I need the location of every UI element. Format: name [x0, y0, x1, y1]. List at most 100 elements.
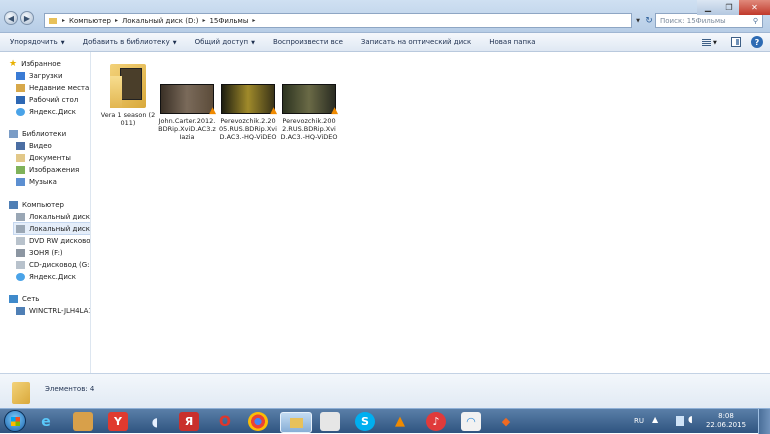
sidebar-item-drive-c[interactable]: Локальный диск (C [16, 211, 90, 222]
breadcrumb-drive-d[interactable]: Локальный диск (D:) [122, 17, 198, 25]
yandex-disk-icon [16, 107, 25, 116]
maximize-button[interactable]: ❐ [719, 0, 739, 15]
preview-pane-button[interactable] [731, 37, 741, 47]
sidebar-network[interactable]: Сеть [9, 293, 39, 304]
sidebar-favorites[interactable]: ★ Избранное [9, 58, 61, 69]
sidebar-item-downloads[interactable]: Загрузки [16, 70, 63, 81]
cd-drive-icon [16, 260, 25, 269]
sidebar-item-label: Музыка [29, 177, 57, 186]
address-dropdown-button[interactable]: ▼ [633, 13, 643, 28]
documents-library-icon [16, 153, 25, 162]
battery-icon[interactable] [676, 416, 684, 426]
sidebar-item-cd-drive[interactable]: CD-дисковод (G:) [16, 259, 91, 270]
back-button[interactable]: ◀ [4, 11, 18, 25]
forward-arrow-icon: ▶ [23, 13, 31, 23]
sidebar-item-yandex-disk[interactable]: Яндекс.Диск [16, 106, 76, 117]
sidebar-item-yandex-disk-computer[interactable]: Яндекс.Диск [16, 271, 76, 282]
file-item-video[interactable]: ▲ Perevozchik.2.2005.RUS.BDRip.XviD.AC3.… [219, 84, 277, 141]
play-all-button[interactable]: Воспроизвести все [273, 38, 343, 46]
sidebar-item-pictures[interactable]: Изображения [16, 164, 79, 175]
star-icon: ★ [9, 58, 18, 69]
show-desktop-button[interactable] [758, 409, 770, 434]
start-button[interactable] [4, 410, 26, 432]
sidebar-item-label: Документы [29, 153, 71, 162]
tray-expand-icon[interactable]: ▲ [652, 415, 658, 424]
taskbar: e Y ◖ Я O S ▲ ♪ ◠ ◆ RU ▲ ◖ 8:08 22.06.20… [0, 408, 770, 434]
volume-icon[interactable]: ◖ [145, 412, 165, 431]
help-icon: ? [754, 37, 760, 47]
skype-icon[interactable]: S [355, 412, 375, 431]
add-to-library-button[interactable]: Добавить в библиотеку ▼ [83, 38, 177, 46]
removable-drive-icon [16, 248, 25, 257]
sidebar-item-label: Недавние места [29, 83, 90, 92]
itunes-icon[interactable]: ♪ [426, 412, 446, 431]
organize-button[interactable]: Упорядочить ▼ [10, 38, 65, 46]
sidebar-section-label: Библиотеки [22, 129, 67, 138]
media-center-icon[interactable] [73, 412, 93, 431]
sidebar-item-drive-d[interactable]: Локальный диск (D [13, 222, 91, 235]
recent-places-icon [16, 83, 25, 92]
sidebar-item-documents[interactable]: Документы [16, 152, 71, 163]
yandex-disk-icon [16, 272, 25, 281]
sidebar-item-desktop[interactable]: Рабочий стол [16, 94, 78, 105]
folder-icon [49, 17, 57, 24]
file-item-video[interactable]: ▲ Perevozchik.2002.RUS.BDRip.XviD.AC3.-H… [280, 84, 338, 141]
app-icon[interactable]: ◆ [496, 412, 516, 431]
breadcrumb-computer[interactable]: Компьютер [69, 17, 111, 25]
internet-explorer-icon[interactable]: e [36, 412, 56, 431]
sidebar-item-drive-f[interactable]: ЗОНЯ (F:) [16, 247, 63, 258]
clock[interactable]: 8:08 22.06.2015 [704, 412, 748, 430]
sidebar-item-recent-places[interactable]: Недавние места [16, 82, 89, 93]
wifi-icon[interactable]: ◠ [461, 412, 481, 431]
minimize-button[interactable]: ▁ [697, 0, 719, 15]
close-icon: ✕ [751, 3, 758, 12]
view-options-button[interactable]: ▼ [702, 37, 720, 48]
sidebar-libraries[interactable]: Библиотеки [9, 128, 66, 139]
sidebar-section-label: Избранное [21, 59, 61, 68]
forward-button[interactable]: ▶ [20, 11, 34, 25]
chevron-down-icon: ▼ [251, 40, 255, 46]
breadcrumb-separator: ▸ [62, 17, 66, 24]
burn-button[interactable]: Записать на оптический диск [361, 38, 471, 46]
desktop-icon [16, 95, 25, 104]
video-thumbnail: ▲ [160, 84, 216, 116]
breadcrumb-separator: ▸ [202, 17, 206, 24]
file-list: Vera 1 season (2011) ▲ John.Carter.2012.… [91, 52, 770, 373]
opera-icon[interactable]: O [215, 412, 235, 431]
sidebar-item-label: Локальный диск (D [29, 224, 91, 233]
sidebar-item-label: WINCTRL-JLH4LA1 [29, 306, 91, 315]
yandex-browser-icon[interactable]: Я [179, 412, 199, 431]
sidebar-item-dvd-drive[interactable]: DVD RW дисковод ( [16, 235, 91, 246]
new-folder-button[interactable]: Новая папка [489, 38, 535, 46]
yandex-icon[interactable]: Y [108, 412, 128, 431]
refresh-button[interactable]: ↻ [644, 13, 654, 28]
sidebar-item-label: DVD RW дисковод ( [29, 236, 91, 245]
sidebar-item-label: CD-дисковод (G:) [29, 260, 91, 269]
close-button[interactable]: ✕ [739, 0, 770, 15]
volume-tray-icon[interactable]: ◖ [688, 415, 693, 425]
sidebar-item-video[interactable]: Видео [16, 140, 52, 151]
downloads-icon [16, 71, 25, 80]
file-item-folder[interactable]: Vera 1 season (2011) [99, 58, 157, 127]
address-bar[interactable]: ▸ Компьютер ▸ Локальный диск (D:) ▸ 15Фи… [44, 13, 632, 28]
sidebar-item-music[interactable]: Музыка [16, 176, 57, 187]
preview-pane-icon [736, 39, 739, 45]
search-input[interactable]: Поиск: 15Фильмы ⚲ [655, 13, 763, 28]
sidebar-computer[interactable]: Компьютер [9, 199, 64, 210]
help-button[interactable]: ? [751, 36, 763, 48]
computer-icon [9, 200, 18, 209]
sidebar-item-label: Яндекс.Диск [29, 272, 76, 281]
explorer-taskbar-button[interactable] [280, 412, 312, 433]
breadcrumb-folder[interactable]: 15Фильмы [209, 17, 248, 25]
title-bar: ◀ ▶ ▸ Компьютер ▸ Локальный диск (D:) ▸ … [0, 0, 770, 33]
file-item-video[interactable]: ▲ John.Carter.2012.BDRip.XviD.AC3.zIazia [158, 84, 216, 141]
chrome-icon[interactable] [248, 412, 268, 431]
language-indicator[interactable]: RU [634, 417, 644, 425]
vlc-icon[interactable]: ▲ [390, 412, 410, 431]
item-count: Элементов: 4 [45, 385, 95, 393]
sidebar-item-label: Загрузки [29, 71, 63, 80]
notepad-icon[interactable] [320, 412, 340, 431]
sidebar-item-network-pc[interactable]: WINCTRL-JLH4LA1 [16, 305, 91, 316]
share-button[interactable]: Общий доступ ▼ [195, 38, 255, 46]
video-thumbnail: ▲ [282, 84, 338, 116]
